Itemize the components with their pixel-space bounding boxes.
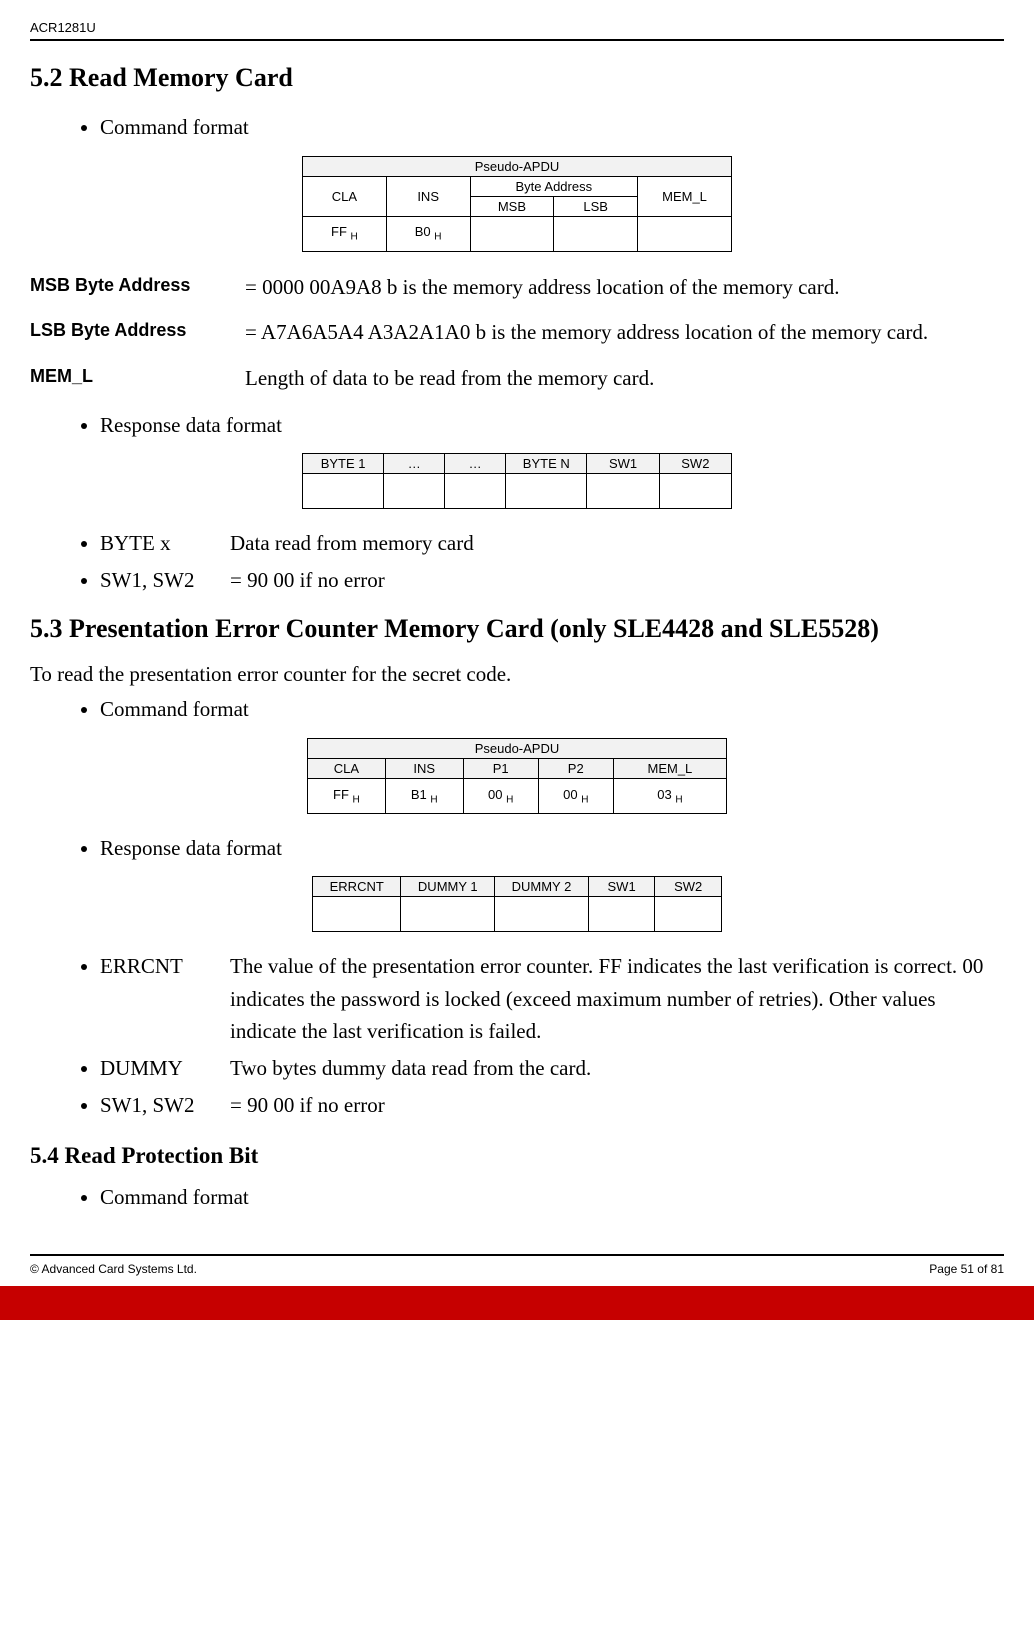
col-sw2: SW2 [655, 877, 722, 897]
section-5-3-heading: 5.3 Presentation Error Counter Memory Ca… [30, 614, 1004, 644]
def-lsb: LSB Byte Address = A7A6A5A4 A3A2A1A0 b i… [30, 315, 1004, 351]
col-p1: P1 [463, 758, 538, 778]
def-meml-label: MEM_L [30, 361, 245, 392]
section-5-3-intro: To read the presentation error counter f… [30, 662, 1004, 687]
note-errcnt-text: The value of the presentation error coun… [230, 950, 1004, 1048]
table-5-3-command: Pseudo-APDU CLA INS P1 P2 MEM_L FF H B1 … [307, 738, 727, 814]
section-5-2-heading: 5.2 Read Memory Card [30, 63, 1004, 93]
section-5-4-heading: 5.4 Read Protection Bit [30, 1143, 1004, 1169]
col-meml: MEM_L [638, 176, 732, 216]
def-msb-label: MSB Byte Address [30, 270, 245, 301]
sub: H [434, 232, 441, 243]
note-errcnt-label: ERRCNT [100, 950, 230, 1048]
col-ins: INS [385, 758, 463, 778]
val: 00 [563, 787, 577, 802]
sub: H [506, 794, 513, 805]
table-5-2-command: Pseudo-APDU CLA INS Byte Address MEM_L M… [302, 156, 732, 252]
col-dots1: … [384, 454, 445, 474]
table-5-3-response: ERRCNT DUMMY 1 DUMMY 2 SW1 SW2 [312, 876, 722, 932]
cell-p2: 00 H [538, 778, 613, 813]
table-caption-53: Pseudo-APDU [308, 738, 727, 758]
table-caption: Pseudo-APDU [303, 156, 732, 176]
note-dummy-text: Two bytes dummy data read from the card. [230, 1052, 591, 1085]
bullet-command-format-53: Command format [100, 693, 1004, 726]
footer-left: © Advanced Card Systems Ltd. [30, 1262, 197, 1276]
col-sw1: SW1 [588, 877, 655, 897]
cell-lsb [554, 216, 638, 251]
note-sw-text: = 90 00 if no error [230, 564, 385, 597]
note-errcnt: ERRCNTThe value of the presentation erro… [100, 950, 1004, 1048]
def-meml: MEM_L Length of data to be read from the… [30, 361, 1004, 397]
cell-cla: FF H [308, 778, 386, 813]
col-dummy2: DUMMY 2 [495, 877, 589, 897]
col-meml: MEM_L [613, 758, 726, 778]
col-ins: INS [386, 176, 470, 216]
note-dummy: DUMMYTwo bytes dummy data read from the … [100, 1052, 1004, 1085]
col-p2: P2 [538, 758, 613, 778]
sub: H [581, 794, 588, 805]
col-cla: CLA [303, 176, 387, 216]
note-sw-53-label: SW1, SW2 [100, 1089, 230, 1122]
sub: H [675, 794, 682, 805]
note-dummy-label: DUMMY [100, 1052, 230, 1085]
cell-meml: 03 H [613, 778, 726, 813]
footer-red-bar [0, 1286, 1034, 1320]
cell-cla: FF H [303, 216, 387, 251]
cell-meml [638, 216, 732, 251]
def-msb-text: = 0000 00A9A8 b is the memory address lo… [245, 270, 1004, 306]
col-errcnt: ERRCNT [313, 877, 401, 897]
note-sw: SW1, SW2= 90 00 if no error [100, 564, 1004, 597]
col-sw2: SW2 [659, 454, 731, 474]
sub: H [353, 794, 360, 805]
val: FF [331, 224, 347, 239]
def-msb: MSB Byte Address = 0000 00A9A8 b is the … [30, 270, 1004, 306]
col-byte1: BYTE 1 [303, 454, 384, 474]
note-bytex: BYTE xData read from memory card [100, 527, 1004, 560]
col-dots2: … [445, 454, 506, 474]
col-msb: MSB [470, 196, 554, 216]
bullet-response-format-53: Response data format [100, 832, 1004, 865]
cell-msb [470, 216, 554, 251]
def-lsb-label: LSB Byte Address [30, 315, 245, 346]
bullet-response-format: Response data format [100, 409, 1004, 442]
note-bytex-text: Data read from memory card [230, 527, 474, 560]
table-5-2-response: BYTE 1 … … BYTE N SW1 SW2 [302, 453, 732, 509]
bullet-command-format: Command format [100, 111, 1004, 144]
note-sw-53-text: = 90 00 if no error [230, 1089, 385, 1122]
col-byten: BYTE N [506, 454, 587, 474]
sub: H [430, 794, 437, 805]
val: B1 [411, 787, 427, 802]
note-bytex-label: BYTE x [100, 527, 230, 560]
note-sw-53: SW1, SW2= 90 00 if no error [100, 1089, 1004, 1122]
def-meml-text: Length of data to be read from the memor… [245, 361, 1004, 397]
page-footer: © Advanced Card Systems Ltd. Page 51 of … [0, 1254, 1034, 1320]
note-sw-label: SW1, SW2 [100, 564, 230, 597]
col-lsb: LSB [554, 196, 638, 216]
col-sw1: SW1 [587, 454, 659, 474]
doc-header: ACR1281U [30, 20, 1004, 41]
col-cla: CLA [308, 758, 386, 778]
bullet-command-format-54: Command format [100, 1181, 1004, 1214]
cell-ins: B1 H [385, 778, 463, 813]
sub: H [351, 232, 358, 243]
val: 03 [657, 787, 671, 802]
val: B0 [415, 224, 431, 239]
def-lsb-text: = A7A6A5A4 A3A2A1A0 b is the memory addr… [245, 315, 1004, 351]
cell-ins: B0 H [386, 216, 470, 251]
val: FF [333, 787, 349, 802]
col-byteaddr: Byte Address [470, 176, 638, 196]
footer-right: Page 51 of 81 [929, 1262, 1004, 1276]
val: 00 [488, 787, 502, 802]
col-dummy1: DUMMY 1 [401, 877, 495, 897]
cell-p1: 00 H [463, 778, 538, 813]
